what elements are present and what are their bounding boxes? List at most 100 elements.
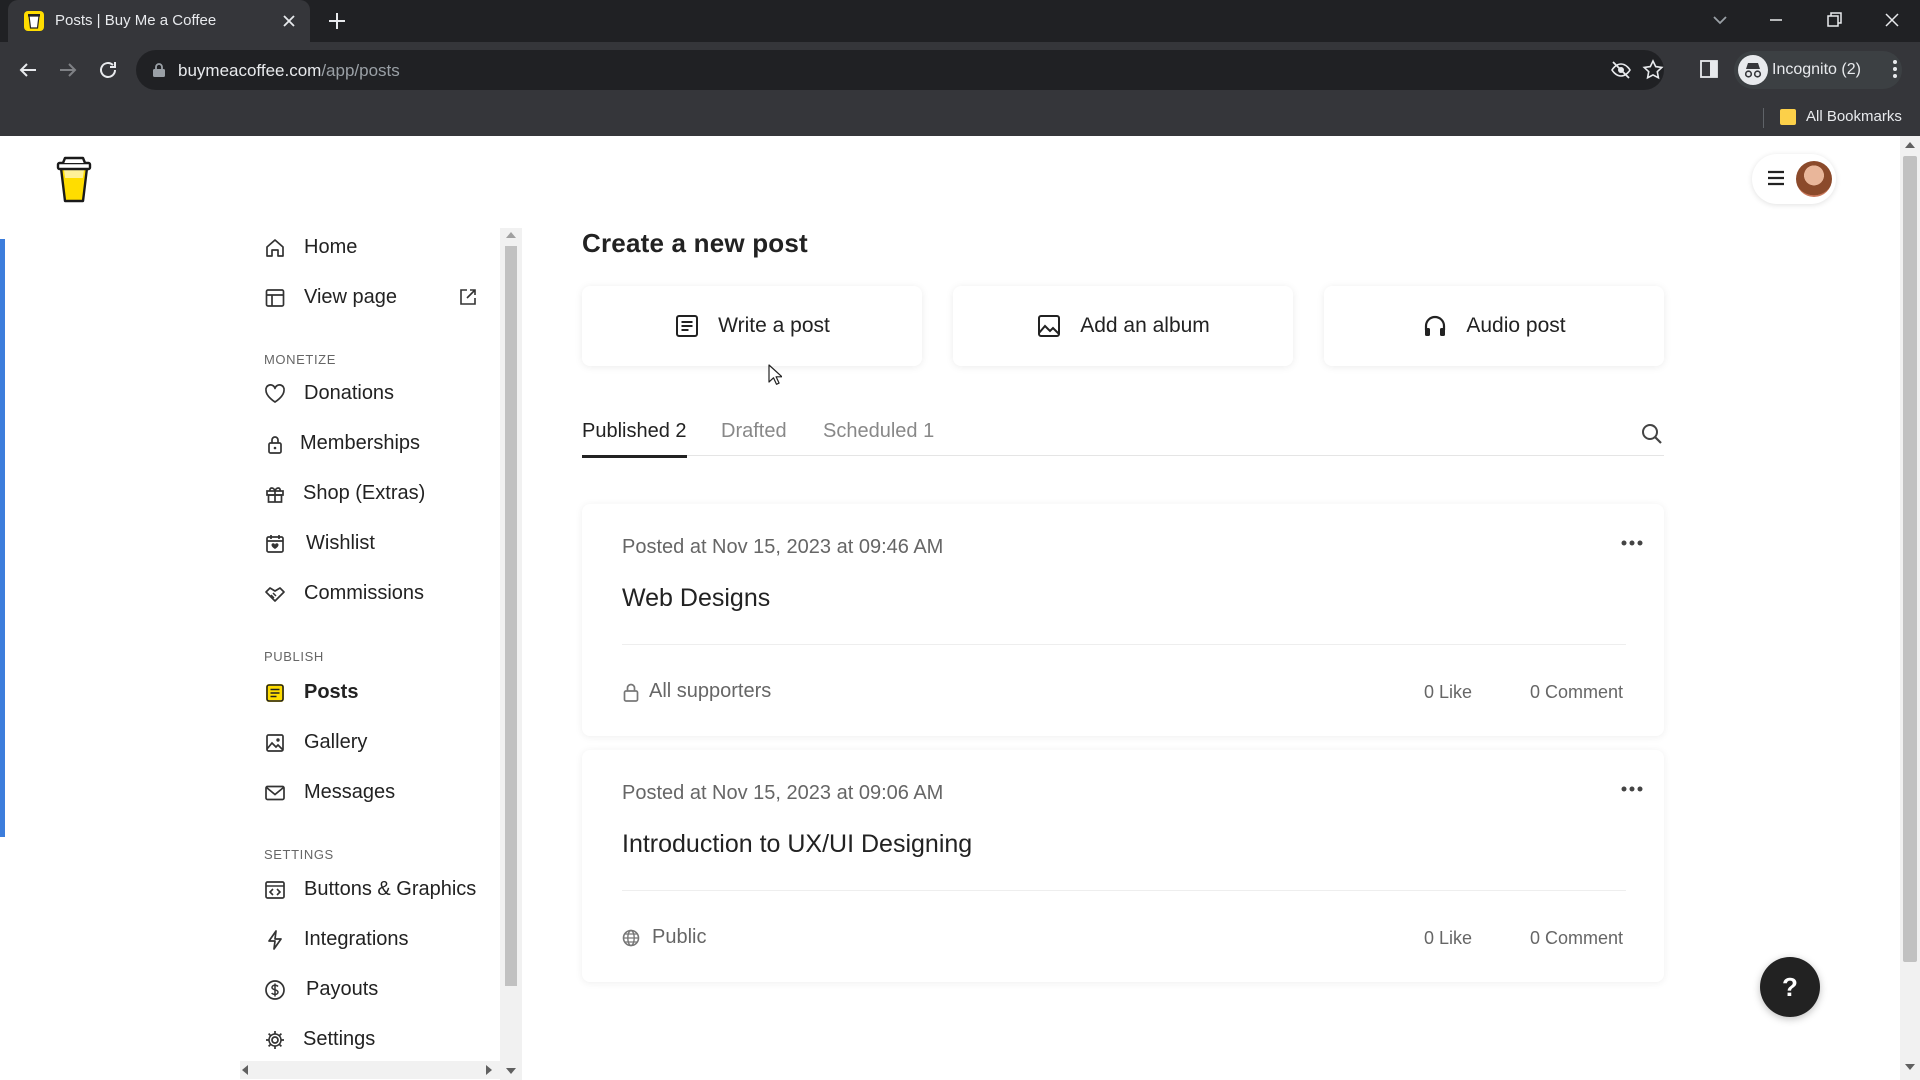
folder-icon[interactable] — [1780, 109, 1796, 125]
home-icon — [264, 237, 286, 259]
sidebar-item-memberships[interactable]: Memberships — [264, 424, 494, 464]
search-icon[interactable] — [1640, 422, 1664, 446]
external-link-icon[interactable] — [458, 287, 478, 307]
more-options-icon[interactable] — [1618, 538, 1646, 548]
lock-icon — [622, 682, 640, 702]
tab-scheduled[interactable]: Scheduled 1 — [823, 420, 934, 455]
sidebar-item-gallery[interactable]: Gallery — [264, 723, 494, 763]
sidebar-item-messages[interactable]: Messages — [264, 773, 494, 813]
handshake-icon — [264, 583, 286, 605]
post-comments: 0 Comment — [1530, 682, 1624, 702]
sidebar-item-label: Payouts — [306, 978, 379, 1000]
all-bookmarks-link[interactable]: All Bookmarks — [1806, 108, 1902, 125]
sidebar-item-payouts[interactable]: Payouts — [264, 970, 494, 1010]
browser-tab[interactable]: Posts | Buy Me a Coffee — [8, 0, 310, 42]
bmc-logo-icon[interactable] — [56, 156, 92, 204]
sidebar-item-label: Memberships — [300, 432, 421, 454]
post-card[interactable]: Posted at Nov 15, 2023 at 09:46 AM Web D… — [582, 504, 1664, 736]
image-icon — [264, 732, 286, 754]
sidebar-item-commissions[interactable]: Commissions — [264, 574, 494, 614]
incognito-icon — [1738, 55, 1768, 85]
post-likes: 0 Like — [1424, 682, 1473, 702]
sidebar-item-posts[interactable]: Posts — [264, 673, 494, 713]
headphones-icon — [1422, 313, 1448, 339]
post-card[interactable]: Posted at Nov 15, 2023 at 09:06 AM Intro… — [582, 750, 1664, 982]
post-title[interactable]: Introduction to UX/UI Designing — [622, 830, 972, 859]
browser-toolbar: buymeacoffee.com/app/posts Incognito (2) — [0, 42, 1920, 98]
new-tab-icon[interactable] — [326, 10, 348, 32]
section-label-settings: SETTINGS — [264, 847, 334, 862]
close-tab-icon[interactable] — [280, 12, 298, 30]
sidebar-item-label: Donations — [304, 382, 395, 404]
sidebar-item-buttons-graphics[interactable]: Buttons & Graphics — [264, 870, 494, 910]
page-scrollbar[interactable] — [1900, 136, 1920, 1080]
address-bar[interactable]: buymeacoffee.com/app/posts — [136, 50, 1664, 90]
post-visibility: Public — [652, 926, 707, 948]
kebab-menu-icon[interactable] — [1884, 58, 1906, 80]
scroll-up-arrow-icon[interactable] — [1905, 142, 1915, 148]
sidebar-item-donations[interactable]: Donations — [264, 374, 494, 414]
scroll-down-arrow-icon[interactable] — [506, 1068, 516, 1074]
heart-icon — [264, 383, 286, 405]
sidebar-item-view-page[interactable]: View page — [264, 278, 494, 318]
sidebar-item-label: Messages — [304, 781, 396, 803]
hamburger-icon — [1766, 169, 1786, 187]
back-icon[interactable] — [16, 58, 40, 82]
tab-search-icon[interactable] — [1708, 8, 1732, 32]
tab-published[interactable]: Published 2 — [582, 420, 687, 458]
lock-icon[interactable] — [152, 62, 166, 78]
scroll-left-arrow-icon[interactable] — [242, 1065, 248, 1075]
tab-strip: Posts | Buy Me a Coffee — [0, 0, 1920, 42]
minimize-icon[interactable] — [1764, 8, 1788, 32]
sidebar-horizontal-scrollbar[interactable] — [240, 1061, 500, 1079]
more-options-icon[interactable] — [1618, 784, 1646, 794]
sidebar-item-settings[interactable]: Settings — [264, 1020, 494, 1060]
reload-icon[interactable] — [96, 58, 120, 82]
audio-post-label: Audio post — [1466, 314, 1566, 337]
lock-icon — [264, 433, 286, 455]
post-tabs: Published 2 Drafted Scheduled 1 — [582, 410, 1664, 458]
section-label-publish: PUBLISH — [264, 649, 324, 664]
audio-post-button[interactable]: Audio post — [1324, 286, 1664, 366]
post-title[interactable]: Web Designs — [622, 584, 770, 613]
eye-off-icon[interactable] — [1610, 59, 1632, 81]
bookmarks-bar: All Bookmarks — [0, 98, 1920, 136]
scroll-down-arrow-icon[interactable] — [1905, 1064, 1915, 1070]
incognito-label: Incognito (2) — [1772, 61, 1861, 78]
sidebar-item-integrations[interactable]: Integrations — [264, 920, 494, 960]
scroll-up-arrow-icon[interactable] — [506, 232, 516, 238]
page-scroll-thumb[interactable] — [1903, 156, 1917, 962]
layout-icon — [264, 287, 286, 309]
account-menu-button[interactable] — [1752, 154, 1836, 204]
sidebar-item-home[interactable]: Home — [264, 228, 494, 268]
post-likes: 0 Like — [1424, 928, 1473, 948]
dollar-icon — [264, 979, 286, 1001]
restore-icon[interactable] — [1822, 8, 1846, 32]
add-album-button[interactable]: Add an album — [953, 286, 1293, 366]
sidebar-item-label: Integrations — [304, 928, 409, 950]
post-comments: 0 Comment — [1530, 928, 1624, 948]
tab-title: Posts | Buy Me a Coffee — [55, 12, 217, 29]
close-window-icon[interactable] — [1880, 8, 1904, 32]
write-post-button[interactable]: Write a post — [582, 286, 922, 366]
url-host: buymeacoffee.com — [178, 61, 322, 80]
sidebar-item-shop[interactable]: Shop (Extras) — [264, 474, 494, 514]
sidebar-item-wishlist[interactable]: Wishlist — [264, 524, 494, 564]
help-button[interactable]: ? — [1760, 957, 1820, 1017]
sidebar-scroll-thumb[interactable] — [505, 246, 517, 986]
forward-icon[interactable] — [56, 58, 80, 82]
incognito-profile-button[interactable]: Incognito (2) — [1734, 51, 1902, 89]
sidebar-item-label: Gallery — [304, 731, 368, 753]
gift-icon — [264, 483, 286, 505]
sidebar-item-label: Shop (Extras) — [303, 482, 426, 504]
section-label-monetize: MONETIZE — [264, 352, 336, 367]
star-icon[interactable] — [1642, 59, 1664, 81]
sidebar-item-label: Settings — [303, 1028, 376, 1050]
side-panel-icon[interactable] — [1698, 58, 1720, 80]
scroll-right-arrow-icon[interactable] — [486, 1065, 492, 1075]
page-title: Create a new post — [582, 228, 808, 258]
write-post-label: Write a post — [718, 314, 830, 337]
mouse-cursor-icon — [768, 364, 782, 386]
sidebar-scrollbar[interactable] — [500, 228, 522, 1080]
tab-drafted[interactable]: Drafted — [721, 420, 787, 455]
